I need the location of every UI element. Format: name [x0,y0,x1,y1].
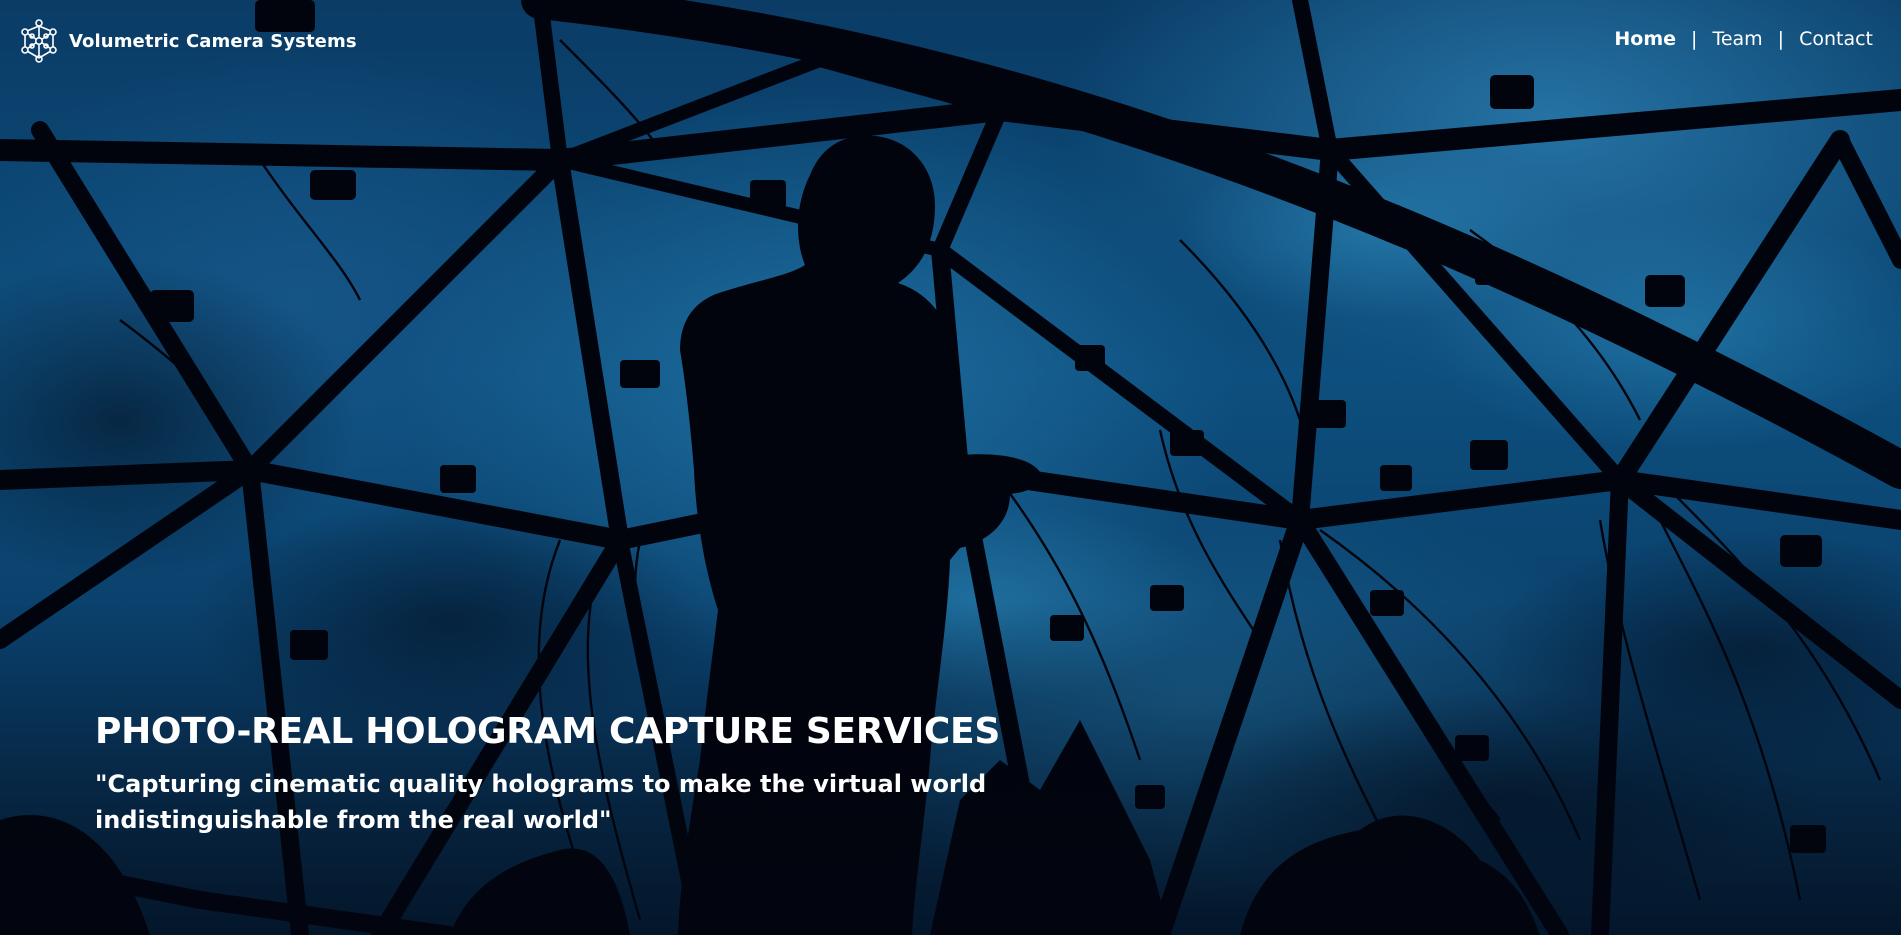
molecule-network-icon [21,19,57,63]
hero-headline: PHOTO-REAL HOLOGRAM CAPTURE SERVICES [95,711,1000,752]
brand-name: Volumetric Camera Systems [69,30,357,52]
hero-section: Volumetric Camera Systems Home | Team | … [0,0,1901,935]
hero-copy: PHOTO-REAL HOLOGRAM CAPTURE SERVICES "Ca… [95,708,1195,838]
nav-separator: | [1691,28,1698,50]
nav-separator: | [1777,28,1785,50]
main-nav: Home | Team | Contact [1614,28,1873,50]
brand[interactable]: Volumetric Camera Systems [18,19,357,63]
nav-link-contact[interactable]: Contact [1799,28,1873,50]
nav-link-team[interactable]: Team [1712,28,1762,50]
nav-link-home[interactable]: Home [1614,28,1676,50]
hero-tagline: "Capturing cinematic quality holograms t… [95,770,987,834]
top-navigation-bar: Volumetric Camera Systems Home | Team | … [0,0,1901,84]
